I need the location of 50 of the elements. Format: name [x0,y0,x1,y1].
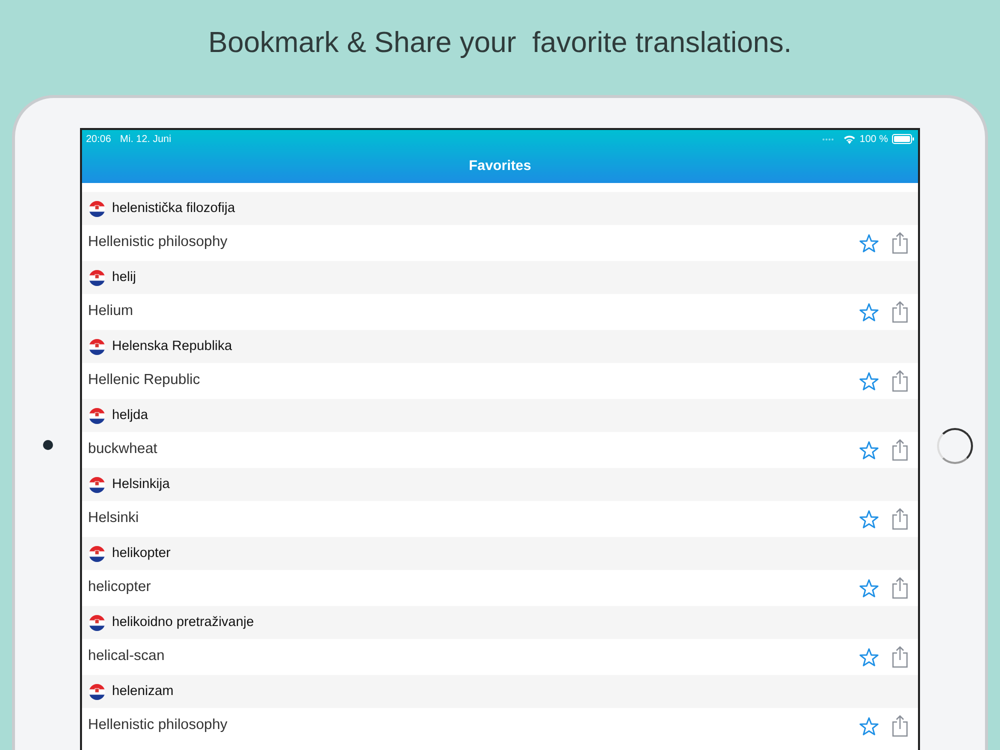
star-icon[interactable] [859,234,879,252]
signal-dots-icon [822,138,834,140]
flag-icon [89,270,105,286]
translation-text: buckwheat [88,440,158,460]
translation-text: Helium [88,302,134,322]
source-term: helenistička filozofija [112,199,236,218]
flag-icon [89,408,105,424]
source-term: helenizam [112,682,174,700]
star-icon[interactable] [859,648,879,666]
source-term: helikopter [112,544,171,562]
translation-text: Hellenistic philosophy [88,233,228,252]
battery-icon [892,134,914,144]
source-term: heljda [112,406,148,424]
star-icon[interactable] [859,510,879,528]
translation-text: helicopter [88,578,152,598]
share-icon[interactable] [892,715,908,737]
nav-title: Favorites [468,156,532,175]
wifi-icon [842,134,856,144]
source-term: helikoidno pretraživanje [112,613,254,632]
star-icon[interactable] [859,440,879,460]
flag-icon [89,546,105,562]
share-icon[interactable] [892,301,908,323]
star-icon[interactable] [859,372,879,390]
share-icon[interactable] [892,370,908,392]
flag-icon [89,684,105,700]
status-time: 20:06 [86,132,112,146]
translation-text: Hellenic Republic [88,371,202,390]
flag-icon [89,338,105,354]
source-term: helij [112,268,136,286]
translation-text: helical-scan [88,647,166,666]
translation-text: Helsinki [88,509,140,528]
share-icon[interactable] [892,577,908,599]
flag-icon [89,200,105,216]
status-date: Mi. 12. Juni [120,132,172,146]
home-button[interactable] [937,428,973,464]
star-icon[interactable] [859,716,879,736]
share-icon[interactable] [892,646,908,668]
share-icon[interactable] [892,232,908,254]
battery-level: 100 % [860,132,888,146]
source-term: Helsinkija [112,475,170,494]
share-icon[interactable] [892,508,908,530]
flag-icon [89,614,105,630]
source-term: Helenska Republika [112,337,232,356]
flag-icon [89,476,105,492]
share-icon[interactable] [892,439,908,461]
headline: Bookmark & Share your favorite translations. [208,26,792,61]
camera-icon [43,440,53,450]
translation-text: Hellenistic philosophy [88,716,228,736]
star-icon[interactable] [859,302,879,322]
star-icon[interactable] [859,578,879,598]
